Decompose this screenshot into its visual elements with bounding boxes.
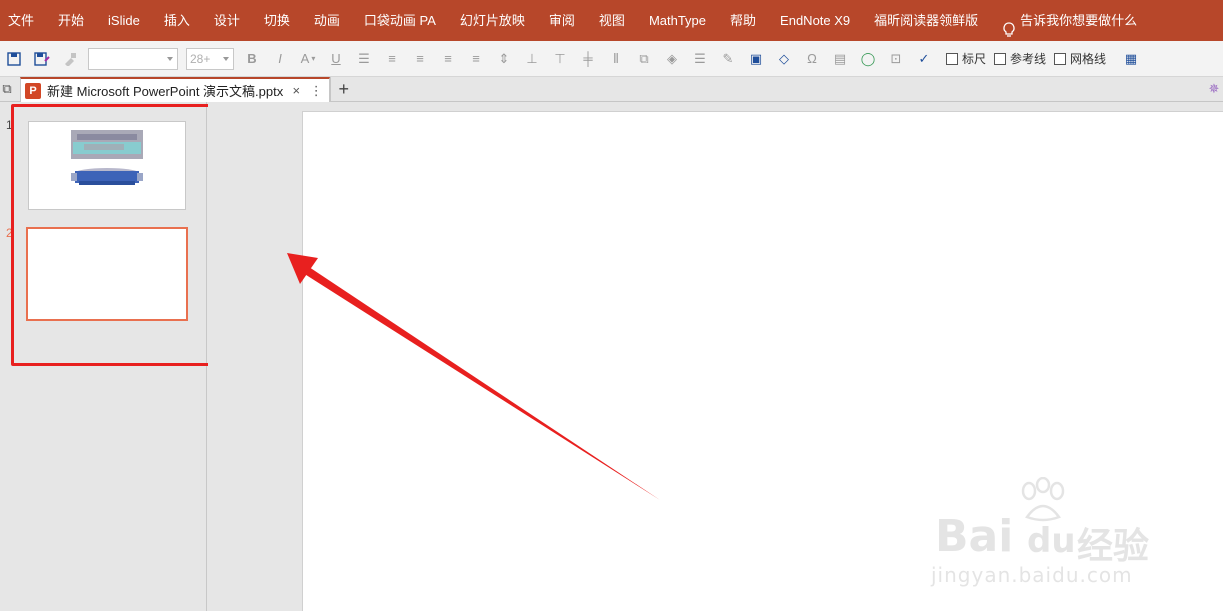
group-icon[interactable]: ⧉ — [633, 48, 655, 70]
format-painter-icon[interactable] — [59, 48, 81, 70]
menu-animations[interactable]: 动画 — [302, 0, 352, 41]
spellcheck-icon[interactable]: ✓ — [913, 48, 935, 70]
baidu-watermark: Bai du 经验 jingyan.baidu.com — [927, 477, 1157, 587]
document-tab-row: ⧉ P 新建 Microsoft PowerPoint 演示文稿.pptx × … — [0, 77, 1223, 102]
menu-islide[interactable]: iSlide — [96, 0, 152, 41]
save-as-icon[interactable] — [31, 48, 53, 70]
text-direction-icon[interactable]: ⇕ — [493, 48, 515, 70]
close-tab-icon[interactable]: × — [289, 83, 303, 99]
menu-endnote[interactable]: EndNote X9 — [768, 0, 862, 41]
line-weight-icon[interactable]: ☰ — [689, 48, 711, 70]
align-top-icon[interactable]: ⊤ — [549, 48, 571, 70]
circle-shape-icon[interactable]: ◯ — [857, 48, 879, 70]
menu-view[interactable]: 视图 — [587, 0, 637, 41]
gridlines-checkbox[interactable] — [1054, 52, 1067, 65]
save-icon[interactable] — [3, 48, 25, 70]
guides-checkbox[interactable] — [994, 52, 1007, 65]
font-family-select[interactable] — [88, 47, 178, 70]
align-center-icon[interactable]: ≡ — [409, 48, 431, 70]
menu-foxit[interactable]: 福昕阅读器领鲜版 — [862, 0, 990, 41]
font-color-button[interactable]: A ▾ — [297, 48, 319, 70]
align-middle-icon[interactable]: ╪ — [577, 48, 599, 70]
align-left-icon[interactable]: ≡ — [381, 48, 403, 70]
font-size-select[interactable]: 28+ — [186, 47, 234, 70]
align-bottom-icon[interactable]: ⊥ — [521, 48, 543, 70]
tab-more-icon[interactable]: ⋮ — [309, 83, 323, 99]
ruler-checkbox[interactable] — [946, 52, 958, 65]
menu-insert[interactable]: 插入 — [152, 0, 202, 41]
bullets-icon[interactable]: ☰ — [353, 48, 375, 70]
menu-design[interactable]: 设计 — [202, 0, 252, 41]
menu-mathtype[interactable]: MathType — [637, 0, 718, 41]
distribute-icon[interactable]: ⫴ — [605, 48, 627, 70]
annotation-highlight-box — [11, 104, 233, 366]
italic-button[interactable]: I — [269, 48, 291, 70]
menu-review[interactable]: 审阅 — [537, 0, 587, 41]
underline-button[interactable]: U — [325, 48, 347, 70]
gridlines-toggle[interactable]: 网格线 — [1054, 50, 1106, 67]
menu-help[interactable]: 帮助 — [718, 0, 768, 41]
menu-slideshow[interactable]: 幻灯片放映 — [448, 0, 537, 41]
tell-me-search[interactable]: 告诉我你想要做什么 — [990, 0, 1149, 41]
screenshot-icon[interactable]: ▣ — [745, 48, 767, 70]
shape-outline-icon[interactable]: ✎ — [717, 48, 739, 70]
menu-pocket-animation[interactable]: 口袋动画 PA — [352, 0, 448, 41]
new-tab-button[interactable]: + — [330, 77, 356, 101]
ruler-toggle[interactable]: 标尺 — [946, 50, 986, 67]
menu-file[interactable]: 文件 — [0, 0, 46, 41]
omega-button[interactable]: Ω — [801, 48, 823, 70]
document-tab[interactable]: P 新建 Microsoft PowerPoint 演示文稿.pptx × ⋮ — [20, 77, 331, 102]
guides-toggle[interactable]: 参考线 — [994, 50, 1046, 67]
document-title: 新建 Microsoft PowerPoint 演示文稿.pptx — [47, 84, 284, 99]
lightbulb-icon — [1002, 13, 1016, 37]
shapes-icon[interactable]: ◇ — [773, 48, 795, 70]
gridlines-label: 网格线 — [1070, 52, 1107, 66]
menu-home[interactable]: 开始 — [46, 0, 96, 41]
align-right-icon[interactable]: ≡ — [437, 48, 459, 70]
watermark-url: jingyan.baidu.com — [931, 563, 1133, 587]
justify-icon[interactable]: ≡ — [465, 48, 487, 70]
watermark-bai: Bai — [935, 511, 1014, 562]
ribbon-menu-bar: 文件 开始 iSlide 插入 设计 切换 动画 口袋动画 PA 幻灯片放映 审… — [0, 0, 1223, 41]
watermark-du: du — [1027, 521, 1076, 561]
presentation-icon[interactable]: ⊡ — [885, 48, 907, 70]
paw-print-icon — [1021, 477, 1065, 522]
grid-icon[interactable]: ▦ — [1120, 48, 1142, 70]
ruler-label: 标尺 — [962, 52, 987, 66]
textbox-icon[interactable]: ▤ — [829, 48, 851, 70]
bold-button[interactable]: B — [241, 48, 263, 70]
quick-access-toolbar: 28+ B I A ▾ U ☰ ≡ ≡ ≡ ≡ ⇕ ⊥ ⊤ ╪ ⫴ ⧉ ◈ ☰ ✎… — [0, 41, 1223, 77]
font-size-value: 28+ — [190, 51, 211, 66]
guides-label: 参考线 — [1010, 52, 1047, 66]
tell-me-label: 告诉我你想要做什么 — [1020, 13, 1138, 28]
watermark-jingyan: 经验 — [1077, 526, 1150, 567]
shape-fill-icon[interactable]: ◈ — [661, 48, 683, 70]
tab-list-icon[interactable]: ⧉ — [0, 81, 14, 97]
addin-icon[interactable]: ✵ — [1207, 81, 1221, 97]
powerpoint-logo-icon: P — [25, 82, 41, 99]
menu-transitions[interactable]: 切换 — [252, 0, 302, 41]
